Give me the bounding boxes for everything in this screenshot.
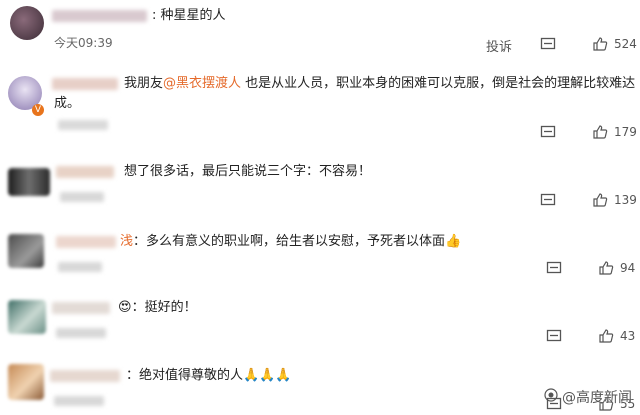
blurred-username bbox=[56, 236, 116, 248]
thumbs-up-icon bbox=[598, 328, 614, 344]
blurred-username bbox=[50, 370, 120, 382]
comment-text: ：绝对值得尊敬的人🙏🙏🙏 bbox=[126, 368, 292, 383]
comment-text: 😍：挺好的！ bbox=[118, 300, 197, 315]
mention-link[interactable]: @黑衣摆渡人 bbox=[163, 76, 241, 91]
comment-text-line2: 成。 bbox=[54, 96, 81, 111]
comment-icon bbox=[540, 36, 556, 52]
thumbs-up-icon bbox=[598, 260, 614, 276]
watermark-text: @高度新闻 bbox=[562, 390, 632, 406]
like-button[interactable]: 139 bbox=[592, 192, 637, 208]
thumbs-up-emoji-icon: 👍 bbox=[445, 234, 462, 249]
praying-hands-emoji-icon: 🙏🙏🙏 bbox=[243, 368, 292, 383]
reply-button[interactable] bbox=[540, 36, 556, 52]
heart-eyes-emoji-icon: 😍 bbox=[118, 300, 132, 315]
comment-icon bbox=[540, 124, 556, 140]
reply-button[interactable] bbox=[546, 328, 562, 344]
reply-button[interactable] bbox=[540, 124, 556, 140]
like-button[interactable]: 179 bbox=[592, 124, 637, 140]
like-count: 139 bbox=[614, 193, 637, 207]
report-button[interactable]: 投诉 bbox=[486, 36, 512, 55]
blurred-time bbox=[58, 120, 108, 130]
reply-button[interactable] bbox=[540, 192, 556, 208]
comment-text: 浅：多么有意义的职业啊，给生者以安慰，予死者以体面👍 bbox=[120, 234, 462, 249]
thumbs-up-icon bbox=[592, 36, 608, 52]
avatar[interactable] bbox=[8, 364, 44, 400]
comment-item: 😍：挺好的！ 43 bbox=[0, 294, 640, 354]
comment-item: : 种星星的人 今天09:39 投诉 524 bbox=[0, 0, 640, 62]
blurred-username bbox=[52, 302, 110, 314]
avatar[interactable] bbox=[8, 168, 50, 196]
comment-text: 想了很多话，最后只能说三个字：不容易！ bbox=[124, 164, 372, 179]
blurred-time bbox=[54, 396, 104, 406]
blurred-time bbox=[58, 262, 102, 272]
like-button[interactable]: 524 bbox=[592, 36, 637, 52]
watermark: @高度新闻 bbox=[544, 387, 632, 407]
comment-icon bbox=[546, 328, 562, 344]
blurred-username bbox=[52, 78, 118, 90]
comment-icon bbox=[546, 260, 562, 276]
thumbs-up-icon bbox=[592, 124, 608, 140]
like-count: 43 bbox=[620, 329, 636, 343]
watermark-logo-icon bbox=[544, 388, 558, 406]
thumbs-up-icon bbox=[592, 192, 608, 208]
comment-text: 我朋友@黑衣摆渡人 也是从业人员，职业本身的困难可以克服，倒是社会的理解比较难达 bbox=[124, 76, 636, 91]
username-tail[interactable]: 浅 bbox=[120, 234, 133, 249]
blurred-time bbox=[60, 192, 104, 202]
like-button[interactable]: 94 bbox=[598, 260, 635, 276]
avatar[interactable] bbox=[8, 300, 46, 334]
comment-icon bbox=[540, 192, 556, 208]
blurred-time bbox=[56, 328, 106, 338]
blurred-username bbox=[52, 10, 147, 22]
reply-button[interactable] bbox=[546, 260, 562, 276]
like-count: 94 bbox=[620, 261, 636, 275]
comment-item: 浅：多么有意义的职业啊，给生者以安慰，予死者以体面👍 94 bbox=[0, 228, 640, 288]
avatar[interactable] bbox=[8, 234, 44, 268]
blurred-username bbox=[56, 166, 114, 178]
comment-text: : 种星星的人 bbox=[152, 8, 226, 23]
like-button[interactable]: 43 bbox=[598, 328, 635, 344]
comment-item: V 我朋友@黑衣摆渡人 也是从业人员，职业本身的困难可以克服，倒是社会的理解比较… bbox=[0, 70, 640, 150]
timestamp: 今天09:39 bbox=[54, 36, 113, 50]
verified-badge-icon: V bbox=[32, 104, 44, 116]
comment-item: 想了很多话，最后只能说三个字：不容易！ 139 bbox=[0, 158, 640, 218]
avatar[interactable] bbox=[10, 6, 44, 40]
like-count: 524 bbox=[614, 37, 637, 51]
like-count: 179 bbox=[614, 125, 637, 139]
